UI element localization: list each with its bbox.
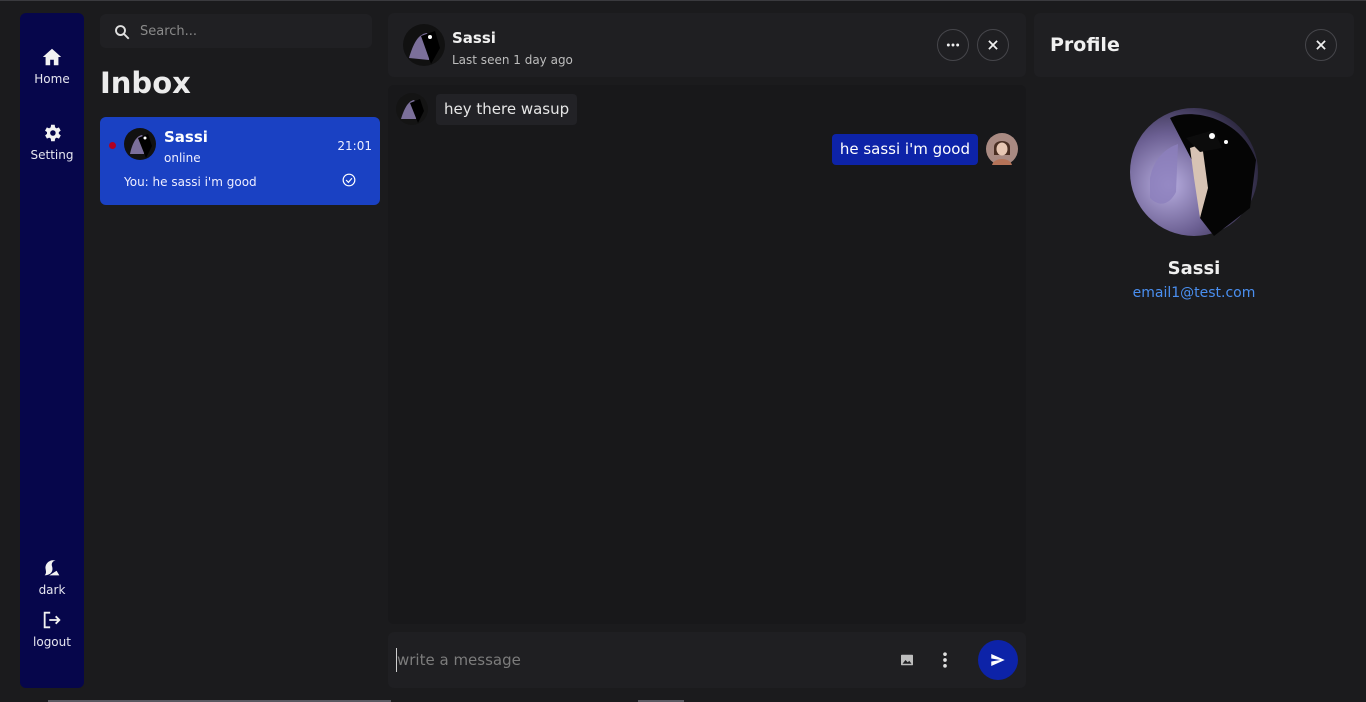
- incoming-message: hey there wasup: [436, 94, 578, 125]
- close-profile-button[interactable]: [1305, 29, 1337, 61]
- moon-icon: [44, 560, 60, 576]
- conversation-item[interactable]: Sassi online 21:01 You: he sassi i'm goo…: [100, 117, 380, 205]
- more-vertical-icon[interactable]: [939, 650, 951, 670]
- close-chat-button[interactable]: [977, 29, 1009, 61]
- nav-home[interactable]: Home: [20, 46, 84, 86]
- conversation-last-message: You: he sassi i'm good: [124, 175, 257, 189]
- theme-toggle[interactable]: dark: [20, 557, 84, 597]
- last-seen: Last seen 1 day ago: [452, 53, 573, 67]
- more-options-button[interactable]: [937, 29, 969, 61]
- avatar: [986, 133, 1018, 165]
- profile-title: Profile: [1050, 34, 1120, 56]
- more-horizontal-icon: [946, 43, 960, 47]
- home-icon: [42, 48, 62, 66]
- message-list: hey there wasup he sassi i'm good: [388, 85, 1026, 624]
- theme-label: dark: [38, 583, 66, 597]
- gear-icon: [45, 124, 61, 142]
- avatar[interactable]: [403, 24, 445, 66]
- nav-home-label: Home: [34, 72, 70, 86]
- read-check-icon: [342, 173, 356, 187]
- search-box: [100, 14, 372, 48]
- avatar: [396, 93, 428, 125]
- message-input[interactable]: [396, 648, 876, 672]
- chat-header: Sassi Last seen 1 day ago: [388, 13, 1026, 77]
- logout-icon: [43, 611, 61, 629]
- unread-dot: [109, 142, 116, 149]
- logout-label: logout: [33, 635, 71, 649]
- conversation-time: 21:01: [337, 139, 372, 153]
- nav-setting-label: Setting: [30, 148, 74, 162]
- chat-contact-name: Sassi: [452, 29, 496, 47]
- profile-name: Sassi: [1167, 258, 1221, 279]
- nav-rail: Home Setting dark logout: [20, 13, 84, 688]
- nav-setting[interactable]: Setting: [20, 122, 84, 162]
- close-icon: [988, 40, 998, 50]
- outgoing-message: he sassi i'm good: [831, 134, 978, 165]
- avatar: [124, 128, 156, 160]
- send-icon: [991, 654, 1005, 666]
- logout-button[interactable]: logout: [20, 609, 84, 649]
- search-input[interactable]: [140, 20, 360, 42]
- top-border: [0, 0, 1366, 1]
- send-button[interactable]: [978, 640, 1018, 680]
- page-title: Inbox: [100, 66, 191, 100]
- conversation-status: online: [164, 151, 201, 165]
- profile-avatar: [1130, 108, 1258, 236]
- message-composer: [388, 632, 1026, 688]
- search-icon: [115, 25, 130, 40]
- conversation-name: Sassi: [164, 128, 208, 146]
- profile-email[interactable]: email1@test.com: [1034, 285, 1354, 301]
- close-icon: [1316, 40, 1326, 50]
- image-icon[interactable]: [898, 651, 916, 669]
- profile-header: Profile: [1034, 13, 1354, 77]
